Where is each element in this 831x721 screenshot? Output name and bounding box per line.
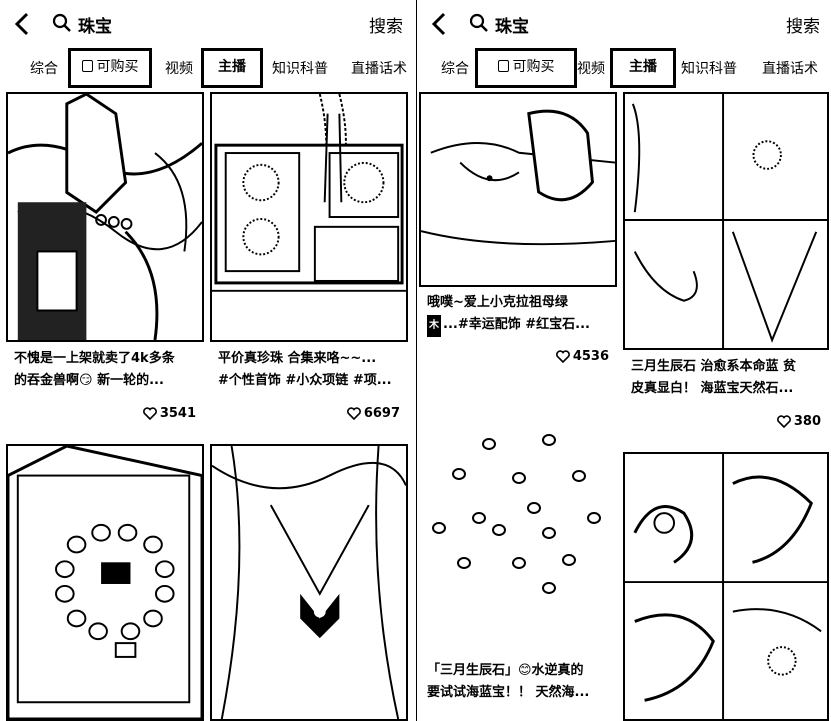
search-query[interactable]: 珠宝 — [78, 12, 112, 37]
video-card[interactable]: 「三月生辰石」😊水逆真的 要试试海蓝宝！！ 天然海... — [419, 378, 617, 721]
video-card[interactable]: 不愧是一上架就卖了4k多条 的吞金兽啊😏 新一轮的... 3541 — [6, 92, 204, 432]
video-card[interactable]: 三月生辰石 治愈系本命蓝 贫 皮真显白！ 海蓝宝天然石... 380 — [623, 92, 829, 442]
tab-knowledge[interactable]: 知识科普 — [270, 54, 330, 84]
tab-knowledge[interactable]: 知识科普 — [679, 54, 739, 84]
card-title-line2: 的吞金兽啊😏 新一轮的... — [14, 373, 164, 388]
heart-icon — [555, 350, 570, 363]
tab-video[interactable]: 视频 — [163, 54, 195, 84]
video-thumbnail — [623, 452, 829, 721]
card-title-line2: 木 ...#幸运配饰 #红宝石... — [427, 314, 611, 337]
left-screen: 珠宝 搜索 综合 可购买 视频 主播 知识科普 直播话术 不愧是一上架就卖了4k… — [0, 0, 415, 721]
video-card[interactable] — [210, 444, 408, 721]
tab-purchasable-label: 可购买 — [96, 59, 139, 75]
search-header: 珠宝 搜索 — [0, 0, 415, 50]
tab-purchasable-label: 可购买 — [512, 59, 555, 75]
search-icon — [52, 13, 71, 32]
chevron-left-icon[interactable] — [12, 11, 34, 37]
video-thumbnail — [419, 92, 617, 287]
tab-live-scripts[interactable]: 直播话术 — [349, 54, 409, 84]
like-count-value: 6697 — [363, 406, 400, 421]
card-badge: 木 — [427, 315, 441, 337]
like-count: 380 — [776, 414, 821, 429]
card-title-line2: 皮真显白！ 海蓝宝天然石... — [631, 381, 794, 396]
video-thumbnail — [623, 92, 829, 350]
card-title-line1: 哦噗~爱上小克拉祖母绿 — [427, 295, 568, 310]
tab-video[interactable]: 视频 — [575, 54, 607, 84]
search-icon — [469, 13, 488, 32]
heart-icon — [346, 407, 361, 420]
tab-anchor[interactable]: 主播 — [610, 48, 676, 88]
like-count: 3541 — [142, 406, 196, 421]
video-thumbnail — [210, 92, 408, 342]
video-card[interactable] — [623, 452, 829, 721]
shopping-bag-icon — [81, 60, 93, 72]
search-button[interactable]: 搜索 — [369, 12, 403, 37]
like-count: 4536 — [555, 349, 609, 364]
video-thumbnail — [6, 444, 204, 721]
card-title-line1: 平价真珍珠 合集来咯~~... — [218, 351, 377, 366]
heart-icon — [776, 415, 791, 428]
card-title-line2: 要试试海蓝宝！！ 天然海... — [427, 685, 590, 700]
like-count-value: 4536 — [572, 349, 609, 364]
video-card[interactable]: 平价真珍珠 合集来咯~~... #个性首饰 #小众项链 #项... 6697 — [210, 92, 408, 432]
card-title-line1: 「三月生辰石」😊水逆真的 — [427, 663, 584, 678]
heart-icon — [142, 407, 157, 420]
tab-purchasable[interactable]: 可购买 — [475, 48, 577, 88]
like-count: 6697 — [346, 406, 400, 421]
chevron-left-icon[interactable] — [429, 11, 451, 37]
video-thumbnail — [419, 378, 617, 650]
tab-live-scripts[interactable]: 直播话术 — [760, 54, 820, 84]
card-title-line2: #个性首饰 #小众项链 #项... — [218, 373, 392, 388]
tab-general[interactable]: 综合 — [28, 54, 60, 84]
card-title-line1: 不愧是一上架就卖了4k多条 — [14, 351, 175, 366]
tab-purchasable[interactable]: 可购买 — [68, 48, 152, 88]
video-card[interactable] — [6, 444, 204, 721]
like-count-value: 3541 — [159, 406, 196, 421]
tab-bar: 综合 可购买 视频 主播 知识科普 直播话术 — [0, 48, 415, 90]
right-screen: 珠宝 搜索 综合 可购买 视频 主播 知识科普 直播话术 哦噗~爱上小克拉祖母绿… — [416, 0, 831, 721]
video-card[interactable]: 哦噗~爱上小克拉祖母绿 木 ...#幸运配饰 #红宝石... 4536 — [419, 92, 617, 377]
tab-general[interactable]: 综合 — [439, 54, 471, 84]
search-header: 珠宝 搜索 — [417, 0, 831, 50]
tab-anchor[interactable]: 主播 — [201, 48, 263, 88]
video-thumbnail — [210, 444, 408, 721]
like-count-value: 380 — [793, 414, 821, 429]
video-thumbnail — [6, 92, 204, 342]
card-title-line2-text: ...#幸运配饰 #红宝石... — [443, 317, 590, 332]
search-button[interactable]: 搜索 — [786, 12, 820, 37]
search-query[interactable]: 珠宝 — [495, 12, 529, 37]
card-title-line1: 三月生辰石 治愈系本命蓝 贫 — [631, 359, 797, 374]
shopping-bag-icon — [497, 60, 509, 72]
tab-bar: 综合 可购买 视频 主播 知识科普 直播话术 — [417, 48, 831, 90]
